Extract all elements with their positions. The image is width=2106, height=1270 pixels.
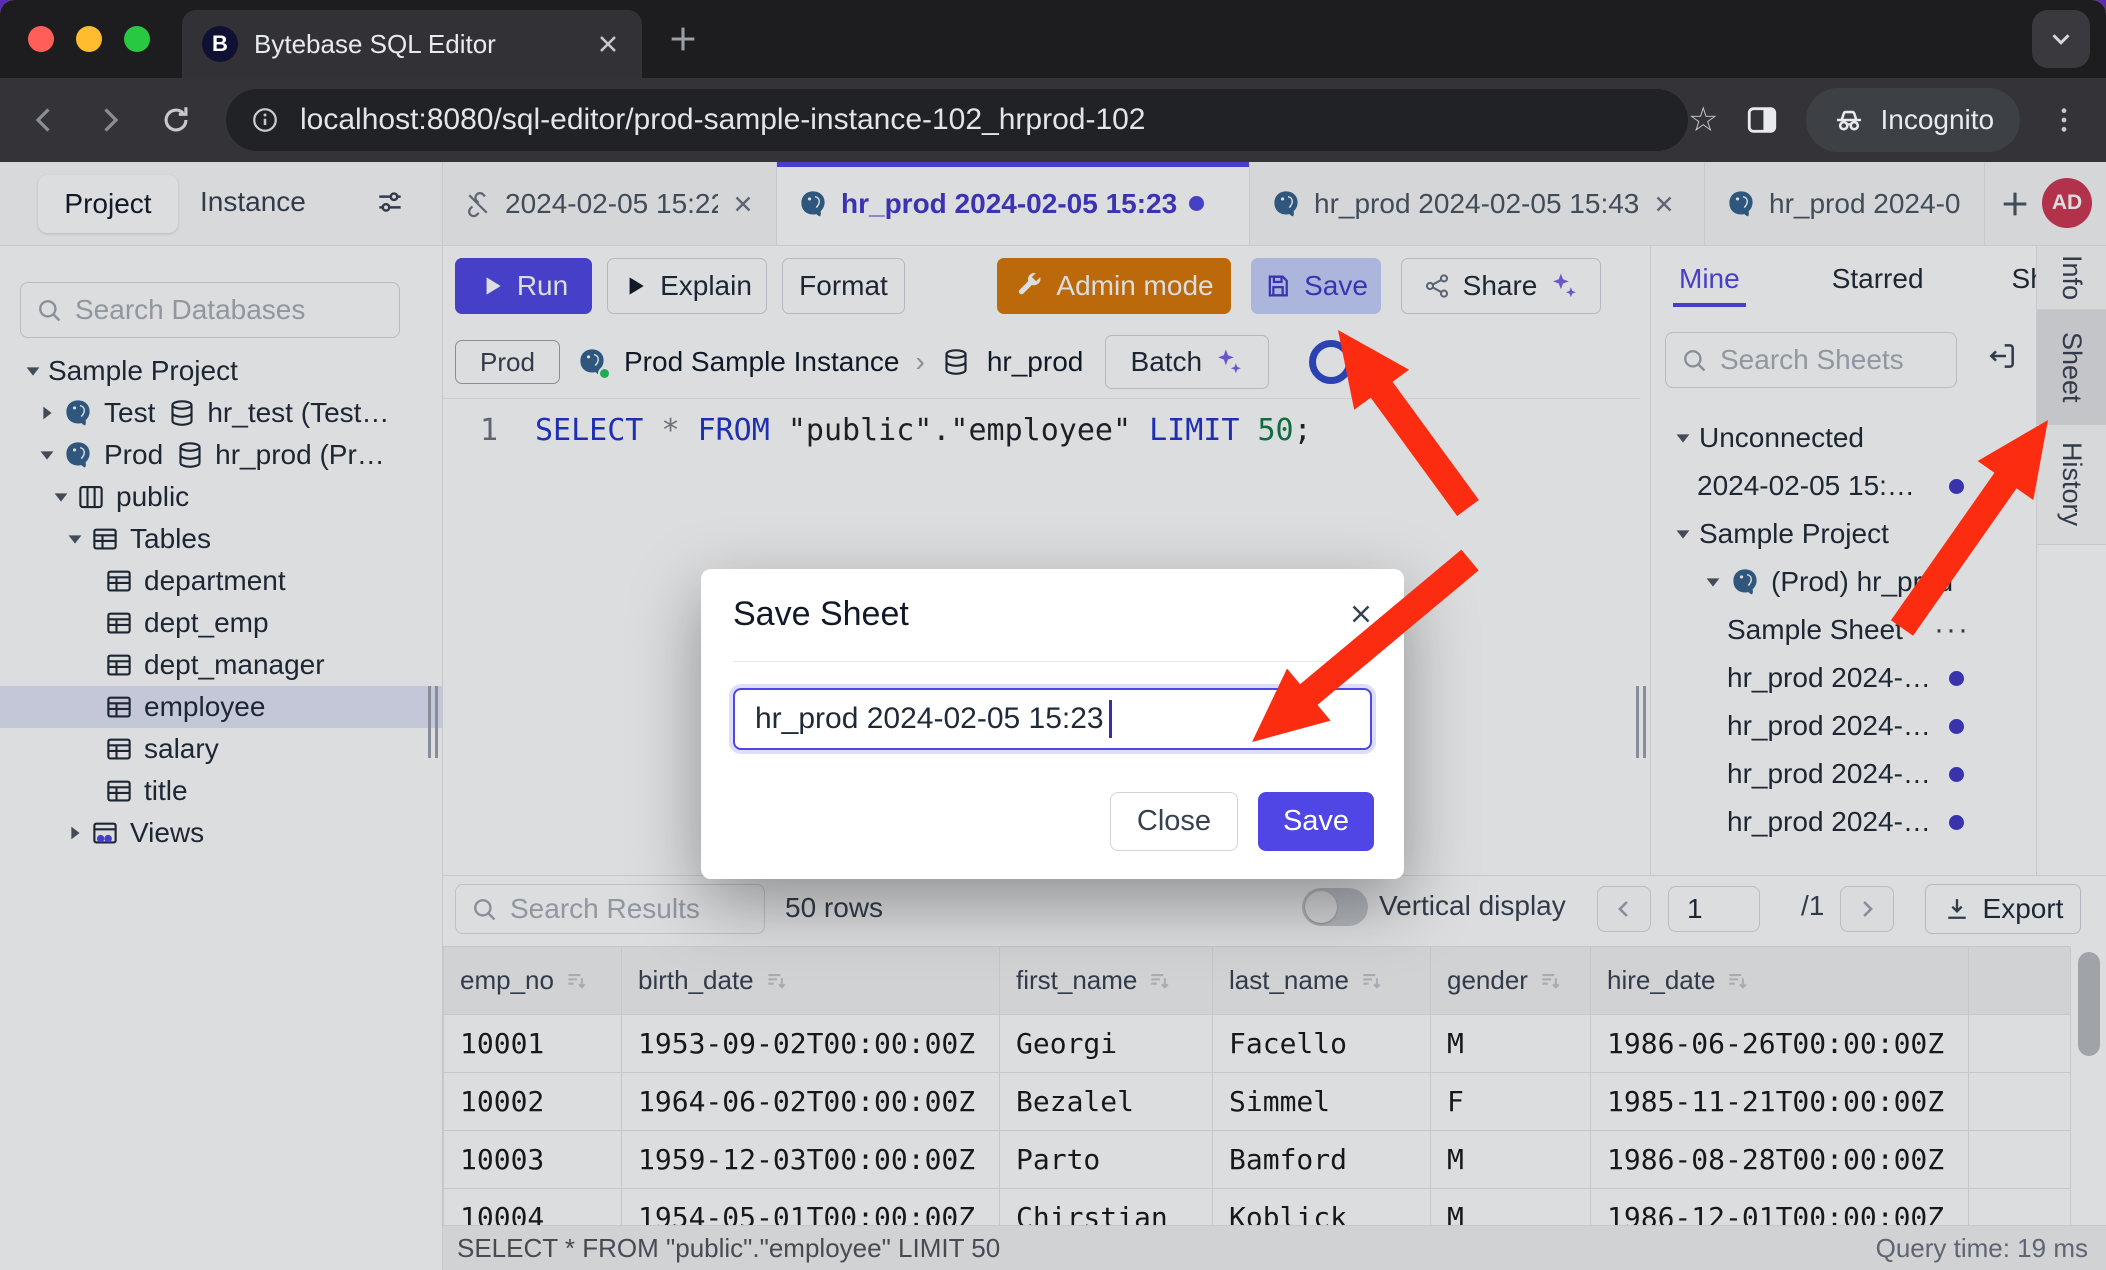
browser-navbar: localhost:8080/sql-editor/prod-sample-in… [0, 78, 2106, 162]
window-close-button[interactable] [28, 26, 54, 52]
window-minimize-button[interactable] [76, 26, 102, 52]
browser-menu-icon[interactable] [2042, 98, 2086, 142]
side-panel-icon[interactable] [1740, 98, 1784, 142]
back-icon[interactable] [22, 98, 66, 142]
dialog-save-button[interactable]: Save [1258, 792, 1374, 851]
tab-search-button[interactable] [2032, 10, 2090, 68]
sheet-name-input[interactable] [733, 688, 1372, 750]
browser-titlebar: B Bytebase SQL Editor [0, 0, 2106, 78]
browser-window: B Bytebase SQL Editor localhost:8080/sql… [0, 0, 2106, 1270]
dialog-divider [733, 661, 1372, 662]
dialog-close-button[interactable]: Close [1110, 792, 1238, 851]
tab-close-icon[interactable] [594, 30, 622, 58]
url-bar[interactable]: localhost:8080/sql-editor/prod-sample-in… [226, 89, 1688, 151]
browser-tab-title: Bytebase SQL Editor [254, 29, 578, 60]
forward-icon[interactable] [88, 98, 132, 142]
dialog-title: Save Sheet [733, 595, 909, 634]
incognito-label: Incognito [1880, 104, 1994, 136]
close-icon[interactable] [1346, 599, 1376, 629]
bytebase-favicon-icon: B [202, 26, 238, 62]
site-info-icon[interactable] [250, 105, 280, 135]
url-text[interactable]: localhost:8080/sql-editor/prod-sample-in… [300, 103, 1664, 137]
bookmark-star-icon[interactable]: ☆ [1688, 100, 1718, 140]
window-zoom-button[interactable] [124, 26, 150, 52]
chevron-down-icon [2046, 24, 2076, 54]
browser-tab[interactable]: B Bytebase SQL Editor [182, 10, 642, 78]
save-sheet-dialog: Save Sheet Close Save [701, 569, 1404, 879]
incognito-icon [1832, 103, 1866, 137]
text-caret [1109, 700, 1112, 738]
new-tab-icon[interactable] [666, 22, 700, 56]
incognito-badge: Incognito [1806, 88, 2020, 152]
reload-icon[interactable] [154, 98, 198, 142]
